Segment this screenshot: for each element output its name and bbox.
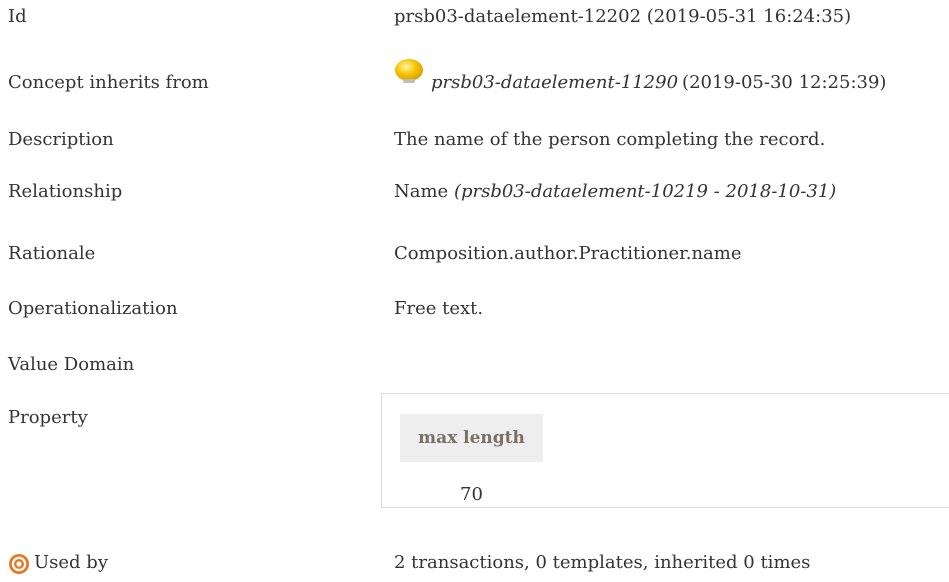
row-description: Description The name of the person compl…	[0, 129, 949, 159]
property-header-max-length: max length	[400, 414, 543, 462]
rationale-label: Rationale	[8, 243, 96, 264]
relationship-ref[interactable]: (prsb03-dataelement-10219 - 2018-10-31)	[454, 181, 836, 202]
row-relationship: Relationship Name (prsb03-dataelement-10…	[0, 181, 949, 211]
row-value-domain: Value Domain	[0, 354, 949, 384]
property-label: Property	[8, 407, 88, 428]
row-rationale: Rationale Composition.author.Practitione…	[0, 243, 949, 273]
property-table: max length 70	[381, 393, 949, 508]
id-label: Id	[8, 6, 27, 27]
operationalization-label: Operationalization	[8, 298, 178, 319]
rationale-value: Composition.author.Practitioner.name	[394, 243, 742, 264]
inherits-date: (2019-05-30 12:25:39)	[682, 72, 887, 93]
row-id: Id prsb03-dataelement-12202 (2019-05-31 …	[0, 6, 949, 36]
description-label: Description	[8, 129, 114, 150]
inherits-link[interactable]: prsb03-dataelement-11290	[431, 72, 678, 93]
relationship-value-line: Name (prsb03-dataelement-10219 - 2018-10…	[394, 181, 836, 202]
row-inherits-from: Concept inherits from prsb03-dataelement…	[0, 59, 949, 102]
lightbulb-icon	[394, 58, 424, 84]
id-value: prsb03-dataelement-12202 (2019-05-31 16:…	[394, 6, 852, 27]
value-domain-label: Value Domain	[8, 354, 135, 375]
used-by-value: 2 transactions, 0 templates, inherited 0…	[394, 552, 811, 573]
relationship-value: Name	[394, 181, 449, 202]
used-by-label[interactable]: Used by	[34, 552, 108, 573]
inherits-link-line[interactable]: prsb03-dataelement-11290 (2019-05-30 12:2…	[431, 72, 886, 93]
row-operationalization: Operationalization Free text.	[0, 298, 949, 328]
property-value-max-length: 70	[460, 484, 483, 505]
operationalization-value: Free text.	[394, 298, 484, 319]
inherits-label: Concept inherits from	[8, 72, 209, 93]
row-used-by: Used by 2 transactions, 0 templates, inh…	[0, 552, 949, 582]
relationship-label: Relationship	[8, 181, 123, 202]
description-value: The name of the person completing the re…	[394, 129, 826, 150]
